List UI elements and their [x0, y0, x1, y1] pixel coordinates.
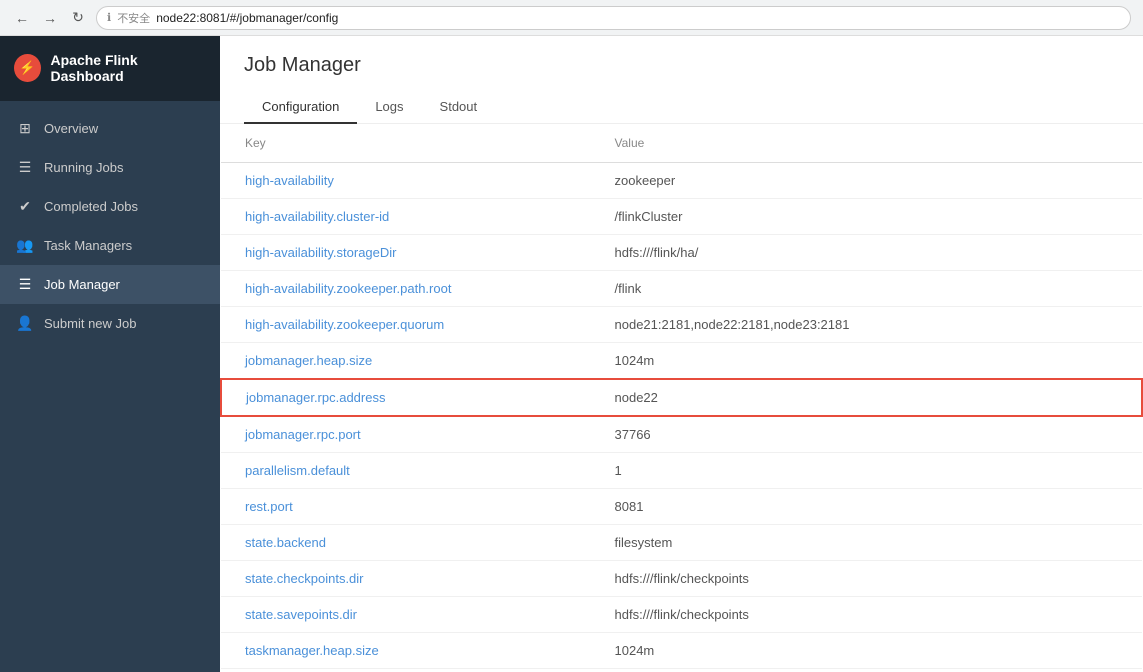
key-cell: state.backend	[221, 525, 591, 561]
sidebar-item-task-managers[interactable]: 👥 Task Managers	[0, 226, 220, 265]
sidebar-item-job-manager[interactable]: ☰ Job Manager	[0, 265, 220, 304]
address-bar[interactable]: ℹ 不安全 node22:8081/#/jobmanager/config	[96, 6, 1131, 30]
value-cell: zookeeper	[591, 163, 1142, 199]
key-cell: high-availability	[221, 163, 591, 199]
value-cell: 1024m	[591, 633, 1142, 669]
value-cell: node22	[591, 379, 1142, 416]
table-row: state.checkpoints.dirhdfs:///flink/check…	[221, 561, 1142, 597]
completed-jobs-icon: ✔	[16, 198, 34, 215]
overview-icon: ⊞	[16, 120, 34, 137]
page-title: Job Manager	[244, 54, 1119, 77]
key-cell: taskmanager.numberOfTaskSlots	[221, 669, 591, 672]
security-label: 不安全	[117, 10, 150, 26]
config-table: Key Value high-availabilityzookeeperhigh…	[220, 124, 1143, 672]
sidebar-item-label: Running Jobs	[44, 160, 124, 175]
key-cell: high-availability.cluster-id	[221, 199, 591, 235]
back-button[interactable]: ←	[12, 8, 32, 28]
value-cell: /flink	[591, 271, 1142, 307]
sidebar-item-label: Overview	[44, 121, 98, 136]
running-jobs-icon: ☰	[16, 159, 34, 176]
table-header-row: Key Value	[221, 124, 1142, 163]
key-cell: high-availability.storageDir	[221, 235, 591, 271]
job-manager-icon: ☰	[16, 276, 34, 293]
tabs: Configuration Logs Stdout	[244, 91, 1119, 123]
key-cell: jobmanager.rpc.address	[221, 379, 591, 416]
value-cell: 37766	[591, 416, 1142, 453]
value-cell: 1024m	[591, 343, 1142, 380]
key-cell: state.checkpoints.dir	[221, 561, 591, 597]
tab-stdout[interactable]: Stdout	[422, 91, 496, 124]
table-row: high-availability.zookeeper.quorumnode21…	[221, 307, 1142, 343]
value-column-header: Value	[591, 124, 1142, 163]
app-container: ⚡ Apache Flink Dashboard ⊞ Overview ☰ Ru…	[0, 36, 1143, 672]
sidebar-logo: ⚡ Apache Flink Dashboard	[0, 36, 220, 101]
sidebar: ⚡ Apache Flink Dashboard ⊞ Overview ☰ Ru…	[0, 36, 220, 672]
key-cell: state.savepoints.dir	[221, 597, 591, 633]
table-row: high-availabilityzookeeper	[221, 163, 1142, 199]
table-row: state.savepoints.dirhdfs:///flink/checkp…	[221, 597, 1142, 633]
task-managers-icon: 👥	[16, 237, 34, 254]
sidebar-logo-text: Apache Flink Dashboard	[51, 52, 206, 84]
sidebar-item-submit-new-job[interactable]: 👤 Submit new Job	[0, 304, 220, 343]
table-row: taskmanager.numberOfTaskSlots2	[221, 669, 1142, 672]
logo-icon: ⚡	[14, 54, 41, 82]
refresh-button[interactable]: ↻	[68, 8, 88, 28]
sidebar-item-completed-jobs[interactable]: ✔ Completed Jobs	[0, 187, 220, 226]
tab-configuration[interactable]: Configuration	[244, 91, 357, 124]
value-cell: 8081	[591, 489, 1142, 525]
key-cell: high-availability.zookeeper.quorum	[221, 307, 591, 343]
security-icon: ℹ	[107, 11, 111, 24]
main-header: Job Manager Configuration Logs Stdout	[220, 36, 1143, 124]
value-cell: 2	[591, 669, 1142, 672]
url-text: node22:8081/#/jobmanager/config	[156, 11, 338, 25]
sidebar-item-running-jobs[interactable]: ☰ Running Jobs	[0, 148, 220, 187]
table-row: jobmanager.rpc.addressnode22	[221, 379, 1142, 416]
submit-job-icon: 👤	[16, 315, 34, 332]
value-cell: 1	[591, 453, 1142, 489]
table-row: state.backendfilesystem	[221, 525, 1142, 561]
key-cell: jobmanager.heap.size	[221, 343, 591, 380]
value-cell: hdfs:///flink/checkpoints	[591, 597, 1142, 633]
key-cell: jobmanager.rpc.port	[221, 416, 591, 453]
key-column-header: Key	[221, 124, 591, 163]
sidebar-item-label: Task Managers	[44, 238, 132, 253]
table-row: jobmanager.heap.size1024m	[221, 343, 1142, 380]
tab-logs[interactable]: Logs	[357, 91, 421, 124]
table-row: rest.port8081	[221, 489, 1142, 525]
value-cell: filesystem	[591, 525, 1142, 561]
value-cell: /flinkCluster	[591, 199, 1142, 235]
sidebar-item-label: Submit new Job	[44, 316, 137, 331]
sidebar-nav: ⊞ Overview ☰ Running Jobs ✔ Completed Jo…	[0, 101, 220, 672]
key-cell: high-availability.zookeeper.path.root	[221, 271, 591, 307]
sidebar-item-overview[interactable]: ⊞ Overview	[0, 109, 220, 148]
key-cell: taskmanager.heap.size	[221, 633, 591, 669]
table-row: high-availability.zookeeper.path.root/fl…	[221, 271, 1142, 307]
value-cell: hdfs:///flink/ha/	[591, 235, 1142, 271]
key-cell: parallelism.default	[221, 453, 591, 489]
table-row: high-availability.storageDirhdfs:///flin…	[221, 235, 1142, 271]
table-row: taskmanager.heap.size1024m	[221, 633, 1142, 669]
table-row: high-availability.cluster-id/flinkCluste…	[221, 199, 1142, 235]
forward-button[interactable]: →	[40, 8, 60, 28]
sidebar-item-label: Job Manager	[44, 277, 120, 292]
value-cell: hdfs:///flink/checkpoints	[591, 561, 1142, 597]
value-cell: node21:2181,node22:2181,node23:2181	[591, 307, 1142, 343]
browser-chrome: ← → ↻ ℹ 不安全 node22:8081/#/jobmanager/con…	[0, 0, 1143, 36]
sidebar-item-label: Completed Jobs	[44, 199, 138, 214]
table-row: parallelism.default1	[221, 453, 1142, 489]
table-area: Key Value high-availabilityzookeeperhigh…	[220, 124, 1143, 672]
main-content: Job Manager Configuration Logs Stdout Ke…	[220, 36, 1143, 672]
table-row: jobmanager.rpc.port37766	[221, 416, 1142, 453]
key-cell: rest.port	[221, 489, 591, 525]
